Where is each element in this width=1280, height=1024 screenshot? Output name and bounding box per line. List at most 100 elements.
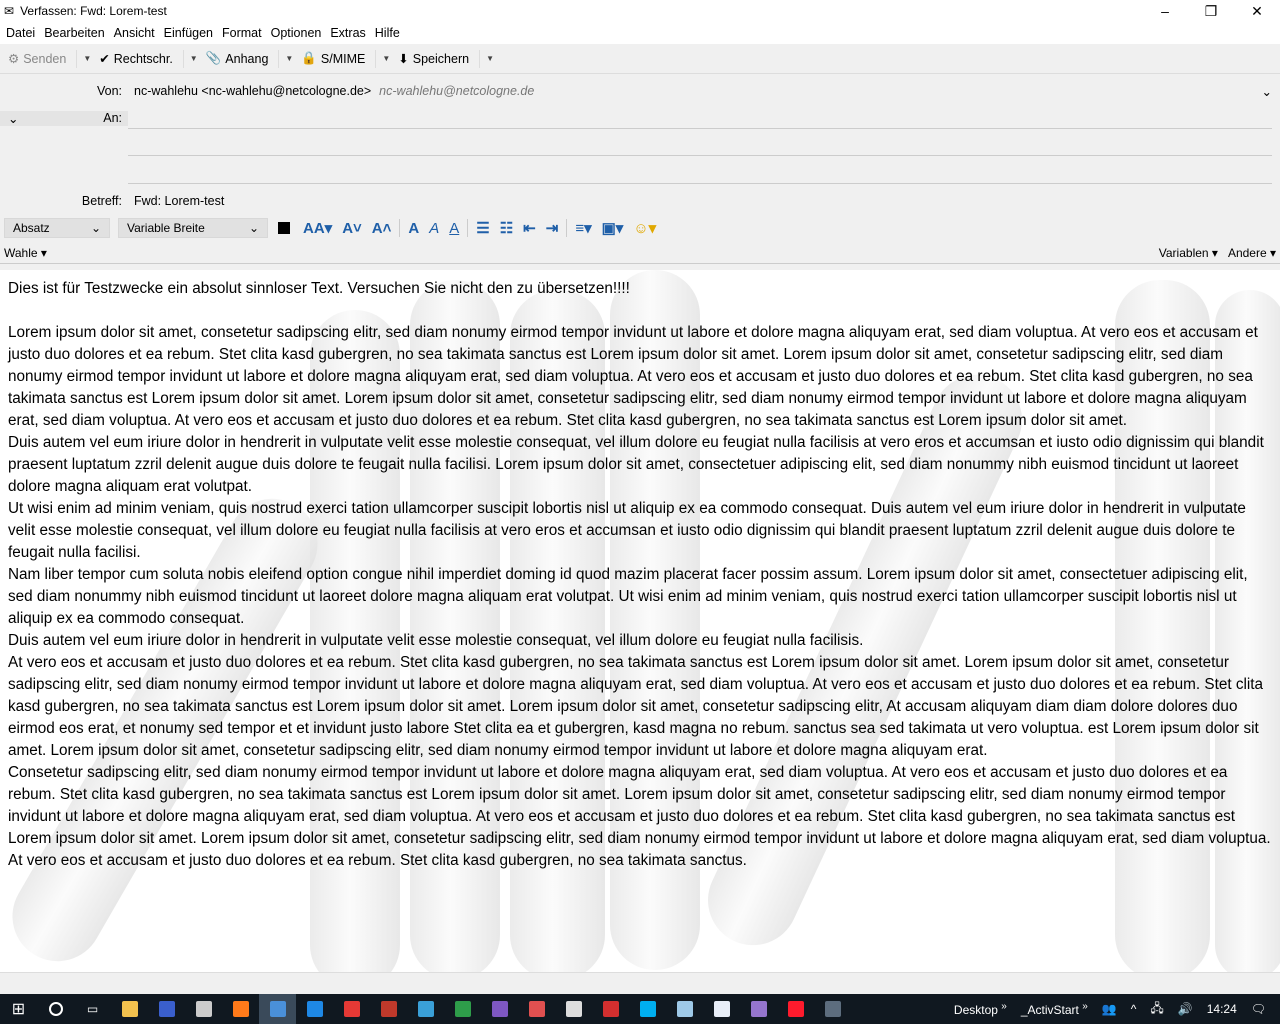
menu-extras[interactable]: Extras bbox=[330, 26, 365, 40]
wahle-menu[interactable]: Wahle ▾ bbox=[4, 246, 47, 260]
align-icon[interactable]: ≡▾ bbox=[575, 219, 591, 237]
taskbar-app-edge[interactable] bbox=[296, 994, 333, 1024]
maximize-button[interactable]: ❐ bbox=[1188, 3, 1234, 20]
taskbar-app-save-app[interactable] bbox=[148, 994, 185, 1024]
volume-icon[interactable]: 🔊 bbox=[1178, 1002, 1193, 1016]
body-paragraph: Consetetur sadipscing elitr, sed diam no… bbox=[8, 764, 1271, 869]
spellcheck-button[interactable]: ✔ Rechtschr. bbox=[99, 51, 173, 67]
chevron-down-icon: ⌄ bbox=[1261, 84, 1272, 99]
thunderbird-icon bbox=[269, 1001, 286, 1017]
show-hidden-icons-icon[interactable]: ^ bbox=[1131, 1002, 1137, 1016]
app-icon: ✉ bbox=[4, 4, 15, 18]
insert-image-icon[interactable]: ▣▾ bbox=[602, 219, 624, 237]
to-label: An: bbox=[103, 110, 122, 125]
action-center-icon[interactable]: 🗨 bbox=[1251, 1002, 1266, 1016]
green-app-icon bbox=[454, 1001, 471, 1017]
attach-dropdown-icon[interactable]: ▼ bbox=[278, 49, 293, 68]
title-bar: ✉ Verfassen: Fwd: Lorem-test – ❐ ✕ bbox=[0, 0, 1280, 22]
taskbar-app-store[interactable] bbox=[185, 994, 222, 1024]
menu-einfuegen[interactable]: Einfügen bbox=[164, 26, 213, 40]
taskbar-app-file-explorer[interactable] bbox=[111, 994, 148, 1024]
smime-button[interactable]: 🔒 S/MIME bbox=[301, 51, 365, 66]
taskbar-app-tool-app[interactable] bbox=[370, 994, 407, 1024]
edit-app-icon bbox=[676, 1001, 693, 1017]
other-menu[interactable]: Andere ▾ bbox=[1228, 246, 1276, 260]
attach-button[interactable]: 📎 Anhang bbox=[206, 51, 269, 66]
underline-icon[interactable]: A bbox=[449, 220, 459, 237]
italic-icon[interactable]: A bbox=[429, 220, 439, 237]
text-color-button[interactable] bbox=[278, 222, 290, 234]
paragraph-select[interactable]: Absatz ⌄ bbox=[4, 218, 110, 238]
save-dropdown-icon[interactable]: ▼ bbox=[479, 49, 494, 68]
taskbar-app-lock-app[interactable] bbox=[814, 994, 851, 1024]
menu-optionen[interactable]: Optionen bbox=[271, 26, 322, 40]
taskbar-app-green-app[interactable] bbox=[444, 994, 481, 1024]
from-label: Von: bbox=[96, 84, 122, 98]
message-body-editor[interactable]: Dies ist für Testzwecke ein absolut sinn… bbox=[0, 270, 1280, 972]
subject-input[interactable]: Fwd: Lorem-test bbox=[128, 190, 1272, 212]
taskbar-app-skype[interactable] bbox=[629, 994, 666, 1024]
from-select[interactable]: nc-wahlehu <nc-wahlehu@netcologne.de> nc… bbox=[128, 80, 1272, 102]
opera-icon bbox=[787, 1001, 804, 1017]
menu-format[interactable]: Format bbox=[222, 26, 262, 40]
outdent-icon[interactable]: ⇤ bbox=[523, 219, 536, 237]
smime-dropdown-icon[interactable]: ▼ bbox=[375, 49, 390, 68]
smaller-font-icon[interactable]: A˅ bbox=[342, 220, 362, 237]
smiley-icon[interactable]: ☺▾ bbox=[633, 219, 656, 237]
spellcheck-dropdown-icon[interactable]: ▼ bbox=[182, 49, 198, 68]
taskbar-app-visual-studio[interactable] bbox=[481, 994, 518, 1024]
body-paragraph: Lorem ipsum dolor sit amet, consetetur s… bbox=[8, 324, 1258, 429]
menu-datei[interactable]: Datei bbox=[6, 26, 35, 40]
minimize-button[interactable]: – bbox=[1142, 3, 1188, 20]
send-dropdown-icon[interactable]: ▼ bbox=[76, 49, 91, 68]
task-view-button[interactable]: ▭ bbox=[74, 994, 111, 1024]
body-text: Dies ist für Testzwecke ein absolut sinn… bbox=[0, 270, 1280, 872]
address-row-3[interactable] bbox=[128, 162, 1272, 184]
font-select[interactable]: Variable Breite ⌄ bbox=[118, 218, 268, 238]
window-title: Verfassen: Fwd: Lorem-test bbox=[20, 4, 167, 18]
taskbar-app-opera-red[interactable] bbox=[333, 994, 370, 1024]
pdf-app-icon bbox=[417, 1001, 434, 1017]
address-type-chevron-icon[interactable]: ⌄ bbox=[8, 111, 18, 126]
menu-bearbeiten[interactable]: Bearbeiten bbox=[44, 26, 104, 40]
address-row-2[interactable] bbox=[128, 134, 1272, 156]
body-paragraph: Duis autem vel eum iriure dolor in hendr… bbox=[8, 434, 1264, 495]
taskbar-app-pdf-app[interactable] bbox=[407, 994, 444, 1024]
activstart-toolbar[interactable]: _ActivStart » bbox=[1021, 1001, 1088, 1017]
numbered-list-icon[interactable]: ☷ bbox=[500, 219, 513, 237]
skype-icon bbox=[639, 1001, 656, 1017]
menu-ansicht[interactable]: Ansicht bbox=[114, 26, 155, 40]
send-button[interactable]: ⚙ Senden bbox=[8, 51, 66, 67]
check-icon: ✔ bbox=[99, 52, 110, 66]
search-button[interactable] bbox=[37, 994, 74, 1024]
edge-icon bbox=[306, 1001, 323, 1017]
taskbar-app-edit-app[interactable] bbox=[666, 994, 703, 1024]
taskbar-app-red-app[interactable] bbox=[518, 994, 555, 1024]
taskbar-app-purple-app[interactable] bbox=[740, 994, 777, 1024]
clock[interactable]: 14:24 bbox=[1207, 1002, 1237, 1016]
variables-menu[interactable]: Variablen ▾ bbox=[1159, 246, 1218, 260]
menu-hilfe[interactable]: Hilfe bbox=[375, 26, 400, 40]
taskbar-app-gray-app[interactable] bbox=[555, 994, 592, 1024]
network-icon[interactable]: 🖧 bbox=[1150, 999, 1163, 1020]
start-button[interactable]: ⊞ bbox=[0, 994, 37, 1024]
taskbar-app-b-app[interactable] bbox=[592, 994, 629, 1024]
body-paragraph bbox=[8, 300, 1272, 322]
people-icon[interactable]: 👥 bbox=[1102, 1002, 1117, 1016]
taskbar-app-opera[interactable] bbox=[777, 994, 814, 1024]
bold-icon[interactable]: A bbox=[408, 220, 419, 237]
status-bar bbox=[0, 972, 1280, 994]
indent-icon[interactable]: ⇥ bbox=[546, 219, 559, 237]
taskbar-app-firefox[interactable] bbox=[222, 994, 259, 1024]
download-arrow-icon: ⬇ bbox=[398, 52, 409, 66]
font-size-icon[interactable]: AA▾ bbox=[303, 219, 332, 237]
bullet-list-icon[interactable]: ☰ bbox=[476, 219, 489, 237]
close-button[interactable]: ✕ bbox=[1234, 3, 1280, 20]
taskbar-app-thunderbird[interactable] bbox=[259, 994, 296, 1024]
save-button[interactable]: ⬇ Speichern bbox=[398, 51, 469, 67]
taskbar-app-document-app[interactable] bbox=[703, 994, 740, 1024]
larger-font-icon[interactable]: A˄ bbox=[372, 220, 392, 237]
visual-studio-icon bbox=[491, 1001, 508, 1017]
to-input[interactable] bbox=[128, 107, 1272, 129]
desktop-toolbar[interactable]: Desktop » bbox=[954, 1001, 1007, 1017]
